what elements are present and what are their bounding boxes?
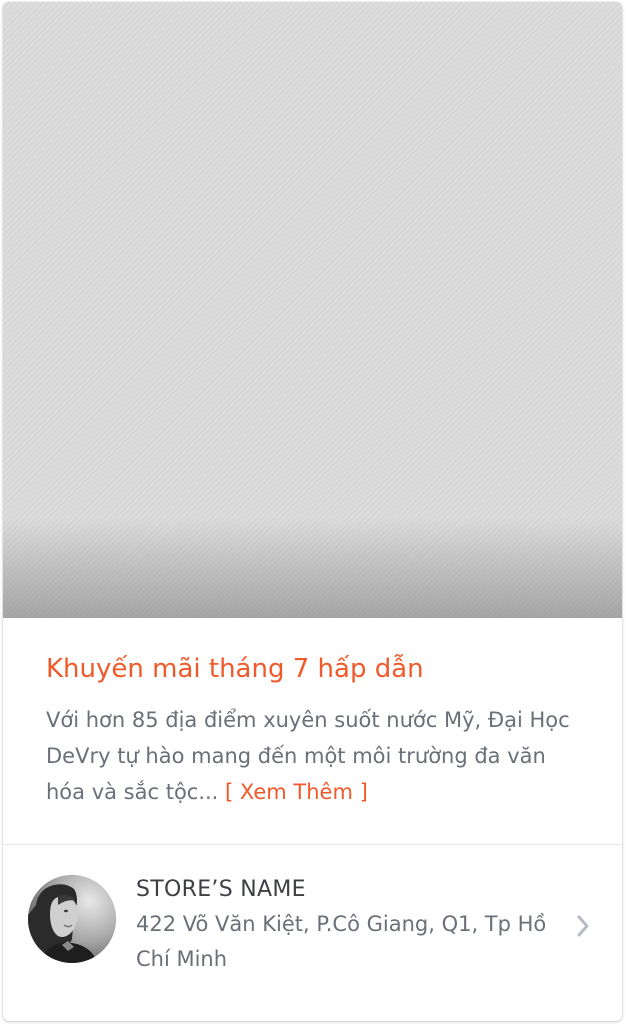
promo-card: Khuyến mãi tháng 7 hấp dẫn Với hơn 85 đị… — [3, 2, 622, 1021]
promo-description: Với hơn 85 địa điểm xuyên suốt nước Mỹ, … — [46, 702, 581, 810]
promo-image-placeholder[interactable] — [3, 2, 622, 618]
store-row[interactable]: STORE’S NAME 422 Võ Văn Kiệt, P.Cô Giang… — [3, 845, 622, 1021]
chevron-right-icon[interactable] — [573, 913, 593, 939]
read-more-link[interactable]: [ Xem Thêm ] — [225, 780, 368, 804]
store-name: STORE’S NAME — [136, 877, 306, 902]
person-photo-icon — [28, 875, 116, 963]
promo-title: Khuyến mãi tháng 7 hấp dẫn — [46, 654, 424, 684]
promo-image-shade — [3, 518, 622, 618]
store-avatar — [28, 875, 116, 963]
store-info: STORE’S NAME 422 Võ Văn Kiệt, P.Cô Giang… — [136, 875, 556, 977]
store-address: 422 Võ Văn Kiệt, P.Cô Giang, Q1, Tp Hồ C… — [136, 912, 547, 971]
promo-content: Khuyến mãi tháng 7 hấp dẫn Với hơn 85 đị… — [3, 618, 622, 844]
